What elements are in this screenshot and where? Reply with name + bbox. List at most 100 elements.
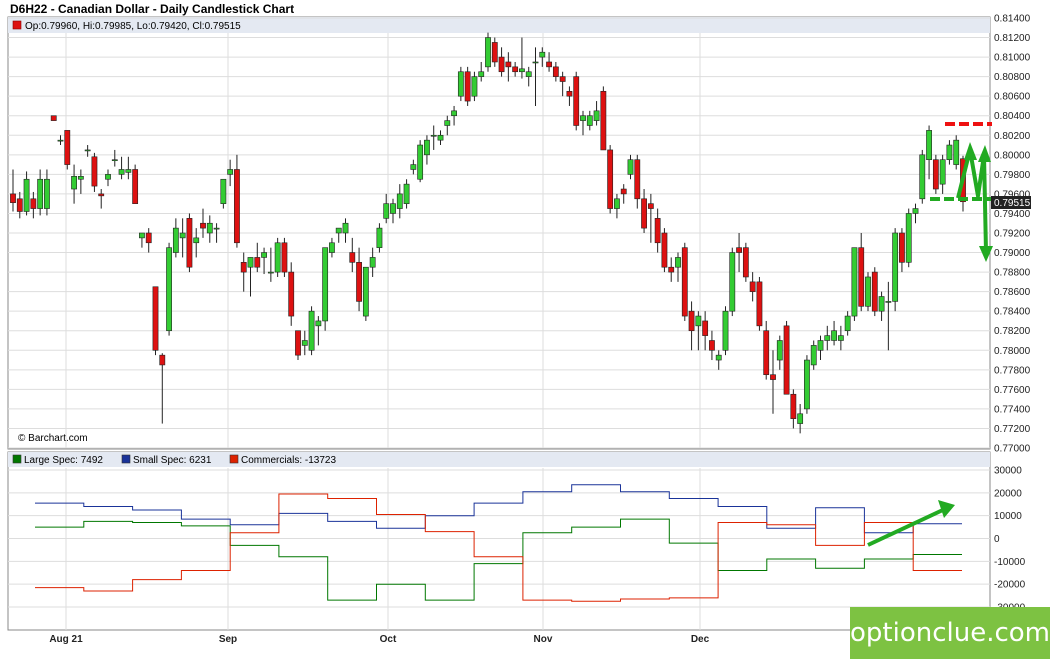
candle-up xyxy=(831,330,837,341)
candle-up xyxy=(84,149,91,152)
candle-up xyxy=(166,247,172,332)
candle-down xyxy=(559,76,566,82)
candle-up xyxy=(715,354,722,361)
candle-up xyxy=(37,178,44,209)
candle-down xyxy=(668,266,675,273)
cot-panel xyxy=(7,451,991,631)
candle-up xyxy=(675,257,681,268)
cot-tick-label: 30000 xyxy=(994,466,1022,477)
candle-down xyxy=(132,169,139,204)
candle-up xyxy=(919,154,926,200)
candle-down xyxy=(152,286,159,351)
candle-up xyxy=(824,335,831,341)
candle-down xyxy=(742,247,749,278)
candle-down xyxy=(566,90,573,97)
candle-down xyxy=(736,247,742,253)
candle-up xyxy=(580,115,586,121)
candle-up xyxy=(308,310,315,351)
candle-up xyxy=(424,139,430,156)
legend-label: Commercials: -13723 xyxy=(241,455,336,466)
legend-swatch xyxy=(12,454,22,464)
candle-up xyxy=(539,51,546,58)
candle-down xyxy=(281,242,288,273)
price-tick-label: 0.78800 xyxy=(994,268,1031,279)
candle-down xyxy=(145,232,152,244)
candle-down xyxy=(512,66,519,73)
price-tick-label: 0.81000 xyxy=(994,53,1031,64)
candle-down xyxy=(647,203,654,209)
candle-up xyxy=(471,76,478,97)
candle-down xyxy=(790,393,797,419)
candle-up xyxy=(953,139,960,165)
candle-down xyxy=(932,159,939,190)
price-tick-label: 0.80800 xyxy=(994,72,1031,83)
candle-up xyxy=(105,174,111,180)
ohlc-swatch xyxy=(12,20,22,30)
candle-down xyxy=(661,232,668,268)
x-tick-label: Nov xyxy=(534,634,553,645)
candle-up xyxy=(376,227,383,248)
candle-down xyxy=(688,310,695,332)
candle-up xyxy=(172,227,179,253)
candle-up xyxy=(57,139,64,142)
x-tick-label: Oct xyxy=(380,634,397,645)
candle-up xyxy=(369,257,376,268)
candle-up xyxy=(342,222,349,234)
candle-up xyxy=(878,296,885,312)
candle-down xyxy=(91,156,98,187)
candle-up xyxy=(261,252,267,258)
candle-down xyxy=(16,198,23,212)
candle-down xyxy=(858,247,865,307)
candle-up xyxy=(335,227,342,234)
candle-down xyxy=(783,325,790,395)
candle-up xyxy=(457,71,464,97)
candle-down xyxy=(288,271,295,317)
price-tick-label: 0.79200 xyxy=(994,229,1031,240)
price-marker-text: 0.79515 xyxy=(994,198,1031,209)
price-tick-label: 0.77600 xyxy=(994,385,1031,396)
candle-up xyxy=(451,110,457,117)
candle-down xyxy=(200,222,206,229)
candle-down xyxy=(763,330,770,376)
candle-down xyxy=(254,257,261,268)
candle-up xyxy=(946,144,953,161)
credit: © Barchart.com xyxy=(18,433,88,444)
candle-down xyxy=(871,271,878,312)
cot-tick-label: -10000 xyxy=(994,557,1026,568)
x-tick-label: Aug 21 xyxy=(49,634,83,645)
candle-up xyxy=(586,115,593,126)
candle-up xyxy=(227,169,234,175)
candle-down xyxy=(64,130,71,165)
candle-up xyxy=(410,164,417,170)
price-tick-label: 0.80200 xyxy=(994,131,1031,142)
candle-down xyxy=(546,61,552,68)
candle-down xyxy=(770,374,776,380)
candle-up xyxy=(776,340,783,361)
candle-up xyxy=(125,169,132,173)
candle-up xyxy=(118,169,125,175)
price-tick-label: 0.79000 xyxy=(994,248,1031,259)
candle-up xyxy=(71,176,77,190)
price-tick-label: 0.79400 xyxy=(994,209,1031,220)
candle-down xyxy=(30,198,37,209)
candle-down xyxy=(552,66,559,77)
candle-down xyxy=(749,281,756,292)
candle-down xyxy=(600,90,607,151)
candle-up xyxy=(220,178,227,204)
candle-down xyxy=(498,56,505,73)
x-tick-label: Dec xyxy=(691,634,710,645)
cot-tick-label: 20000 xyxy=(994,488,1022,499)
candle-down xyxy=(709,340,715,351)
price-tick-label: 0.80000 xyxy=(994,150,1031,161)
candle-up xyxy=(390,203,396,214)
candle-down xyxy=(10,193,16,204)
legend-swatch xyxy=(229,454,239,464)
cot-tick-label: 0 xyxy=(994,534,1000,545)
candle-up xyxy=(315,320,322,327)
candle-up xyxy=(729,252,736,312)
candle-up xyxy=(23,178,30,212)
price-tick-label: 0.77400 xyxy=(994,404,1031,415)
candle-up xyxy=(430,134,437,137)
candle-down xyxy=(98,193,105,197)
candle-up xyxy=(193,237,200,244)
